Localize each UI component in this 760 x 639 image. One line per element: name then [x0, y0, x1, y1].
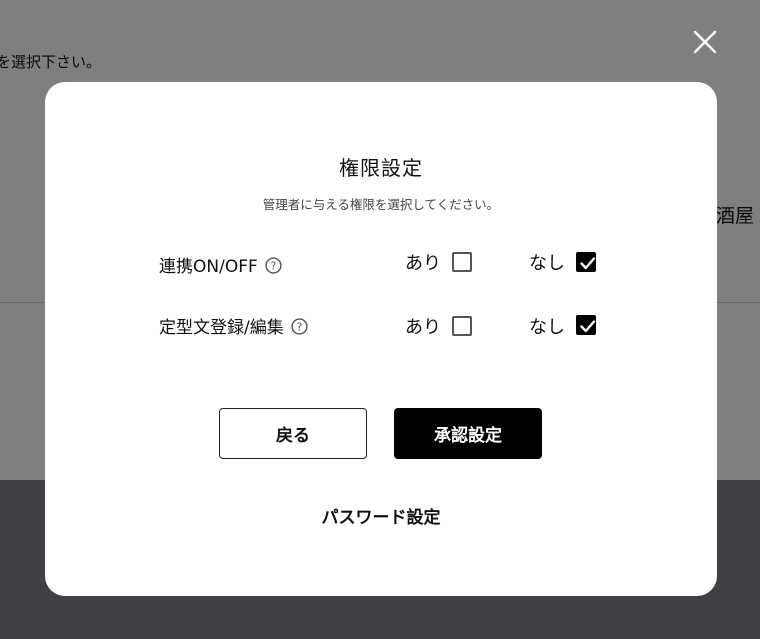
- help-icon[interactable]: ?: [265, 256, 282, 274]
- option-no-label: なし: [529, 253, 565, 274]
- option-yes-label: あり: [405, 317, 441, 338]
- password-settings-link[interactable]: パスワード設定: [45, 503, 717, 528]
- permission-label-text: 定型文登録/編集: [159, 318, 284, 338]
- back-button[interactable]: 戻る: [219, 408, 367, 459]
- template-yes-checkbox[interactable]: [452, 316, 472, 336]
- close-icon: [693, 30, 717, 54]
- option-yes-label: あり: [405, 253, 441, 274]
- help-icon[interactable]: ?: [291, 317, 308, 335]
- permission-label-template: 定型文登録/編集 ?: [159, 313, 308, 338]
- permission-label-integration: 連携ON/OFF ?: [159, 252, 282, 277]
- svg-text:?: ?: [270, 260, 276, 273]
- checkmark-icon: [580, 320, 596, 333]
- permission-label-text: 連携ON/OFF: [159, 257, 258, 277]
- dialog-subtitle: 管理者に与える権限を選択してください。: [262, 197, 500, 212]
- dialog-title: 権限設定: [339, 156, 423, 180]
- integration-no-checkbox[interactable]: [576, 252, 596, 272]
- template-no-checkbox[interactable]: [576, 315, 596, 335]
- checkmark-icon: [580, 257, 596, 270]
- integration-yes-checkbox[interactable]: [452, 252, 472, 272]
- option-no-label: なし: [529, 317, 565, 338]
- approve-settings-button[interactable]: 承認設定: [394, 408, 542, 459]
- svg-text:?: ?: [296, 321, 302, 334]
- permission-settings-dialog: 権限設定 管理者に与える権限を選択してください。 連携ON/OFF ? あり な…: [45, 82, 717, 596]
- close-button[interactable]: [690, 27, 720, 57]
